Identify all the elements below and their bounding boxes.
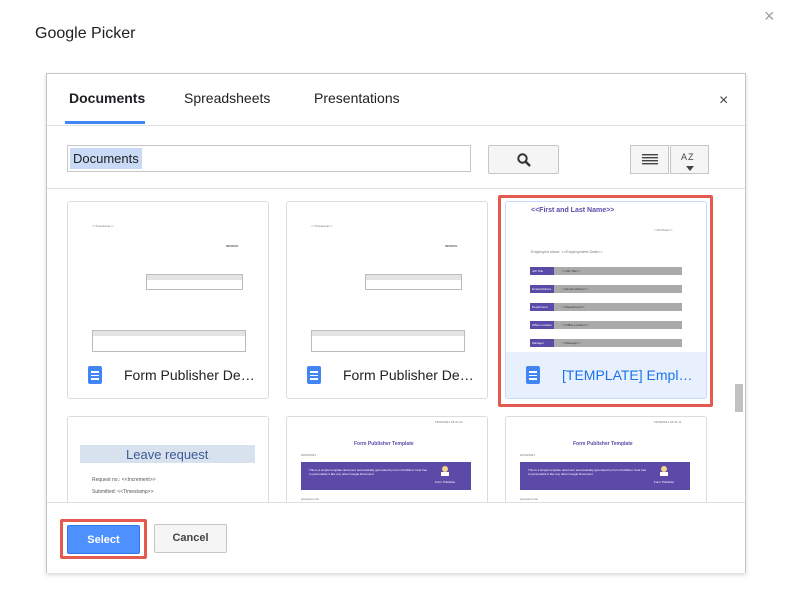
thumb-request-no: Request no.: <<Increment>> — [92, 477, 156, 483]
tab-documents[interactable]: Documents — [69, 90, 145, 106]
document-thumbnail: <<Timestamp>> INVOICE — [287, 202, 487, 352]
document-card[interactable]: 15/06/2021 18:31:44 Form Publisher Templ… — [286, 416, 488, 502]
search-button[interactable] — [488, 145, 559, 174]
search-input[interactable]: Documents — [67, 145, 471, 172]
google-docs-icon — [307, 366, 321, 384]
document-card[interactable]: 15/06/2021 18:31:11 Form Publisher Templ… — [505, 416, 707, 502]
list-view-button[interactable] — [630, 145, 669, 174]
thumb-date-2: 20/06/2021 — [301, 453, 317, 457]
thumb-heading: INVOICE — [445, 244, 458, 248]
scrollbar-thumb[interactable] — [735, 384, 743, 412]
form-publisher-logo-icon — [660, 466, 668, 476]
tab-presentations[interactable]: Presentations — [314, 90, 400, 106]
thumb-date: <<Timestamp>> — [311, 224, 333, 228]
tab-bar: Documents Spreadsheets Presentations × — [47, 74, 745, 126]
sort-az-icon: AZ — [681, 152, 695, 162]
dialog-close-icon[interactable]: × — [719, 92, 728, 110]
thumb-table — [365, 274, 462, 290]
thumb-table — [311, 330, 465, 352]
document-card[interactable]: <<Timestamp>> INVOICE Form Publisher Dem… — [286, 201, 488, 399]
thumb-heading: Leave request — [126, 447, 209, 462]
thumb-table — [92, 330, 246, 352]
list-icon — [642, 154, 658, 165]
active-tab-indicator — [65, 121, 145, 124]
thumb-logo-label: Form Publisher — [654, 480, 675, 484]
document-card[interactable]: Leave request Request no.: <<Increment>>… — [67, 416, 269, 502]
window-title: Google Picker — [35, 25, 136, 42]
document-title: Form Publisher Dem... — [343, 367, 479, 383]
thumb-purple-banner: This is a simple template document autom… — [301, 462, 471, 490]
thumb-banner-text: This is a simple template document autom… — [528, 468, 647, 476]
thumb-date: <<Timestamp>> — [92, 224, 114, 228]
card-footer: Form Publisher Dem... — [287, 352, 487, 398]
thumb-purple-banner: This is a simple template document autom… — [520, 462, 690, 490]
thumb-date: 15/06/2021 18:31:11 — [654, 420, 682, 424]
cancel-button[interactable]: Cancel — [154, 524, 227, 553]
form-publisher-logo-icon — [441, 466, 449, 476]
thumb-subtitle: Questions list — [520, 497, 539, 501]
google-docs-icon — [88, 366, 102, 384]
document-thumbnail: <<Timestamp>> INVOICE — [68, 202, 268, 352]
thumb-date-2: 20/06/2021 — [520, 453, 536, 457]
select-button-highlight — [60, 519, 147, 559]
thumb-table — [146, 274, 243, 290]
window-close-icon[interactable]: × — [764, 6, 775, 27]
thumb-heading: INVOICE — [226, 244, 239, 248]
thumb-subtitle: Questions list — [301, 497, 320, 501]
selection-highlight — [498, 195, 713, 407]
document-thumbnail: 15/06/2021 18:31:11 Form Publisher Templ… — [506, 417, 706, 502]
document-card[interactable]: <<Timestamp>> INVOICE Form Publisher Dem… — [67, 201, 269, 399]
tab-spreadsheets[interactable]: Spreadsheets — [184, 90, 270, 106]
thumb-logo-label: Form Publisher — [435, 480, 456, 484]
thumb-heading: Form Publisher Template — [354, 441, 414, 447]
action-bar: Select Cancel — [47, 502, 745, 573]
sort-arrow-icon — [686, 166, 694, 171]
search-filter-chip[interactable]: Documents — [70, 148, 142, 169]
sort-button[interactable]: AZ — [670, 145, 709, 174]
document-thumbnail: 15/06/2021 18:31:44 Form Publisher Templ… — [287, 417, 487, 502]
search-icon — [517, 153, 531, 167]
thumb-heading: Form Publisher Template — [573, 441, 633, 447]
document-grid: <<Timestamp>> INVOICE Form Publisher Dem… — [47, 189, 745, 502]
picker-dialog: Documents Spreadsheets Presentations × D… — [46, 73, 746, 573]
document-title: Form Publisher Dem... — [124, 367, 260, 383]
document-thumbnail: Leave request Request no.: <<Increment>>… — [68, 417, 268, 502]
thumb-submitted: Submitted: <<Timestamp>> — [92, 489, 154, 495]
thumb-banner-text: This is a simple template document autom… — [309, 468, 428, 476]
thumb-date: 15/06/2021 18:31:44 — [435, 420, 463, 424]
card-footer: Form Publisher Dem... — [68, 352, 268, 398]
